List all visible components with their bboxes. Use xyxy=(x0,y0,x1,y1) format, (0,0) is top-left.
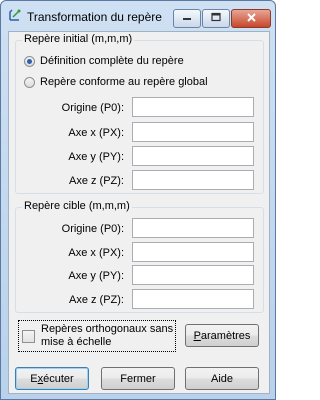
full-definition-radio[interactable]: Définition complète du repère xyxy=(24,54,184,68)
source-frame-group: Repère initial (m,m,m) Définition complè… xyxy=(15,33,264,194)
maximize-icon xyxy=(211,12,221,25)
source-y-axis-input[interactable] xyxy=(132,146,254,166)
source-origin-label: Origine (P0): xyxy=(61,102,124,114)
parameters-label-post: aramètres xyxy=(200,329,251,342)
target-z-axis-input[interactable] xyxy=(132,289,254,309)
maximize-button[interactable] xyxy=(202,9,230,28)
target-x-axis-input[interactable] xyxy=(132,242,254,262)
help-button-label: Aide xyxy=(210,372,234,385)
window-title: Transformation du repère xyxy=(27,10,162,24)
target-x-axis-label: Axe x (PX): xyxy=(68,247,124,259)
orthonormal-label: Repères orthogonaux sans mise à échelle xyxy=(41,323,174,348)
close-window-button[interactable] xyxy=(231,9,271,28)
dialog-window: Transformation du repère Repère initial … xyxy=(0,0,276,400)
source-x-axis-input[interactable] xyxy=(132,122,254,142)
radio-selected-icon xyxy=(24,55,35,67)
global-frame-radio[interactable]: Repère conforme au repère global xyxy=(24,75,208,89)
target-origin-input[interactable] xyxy=(132,218,254,238)
parameters-button[interactable]: Paramètres xyxy=(185,324,259,347)
target-origin-label: Origine (P0): xyxy=(61,223,124,235)
global-frame-label: Repère conforme au repère global xyxy=(40,76,208,88)
source-y-axis-label: Axe y (PY): xyxy=(68,151,124,163)
title-bar[interactable]: Transformation du repère xyxy=(1,1,275,31)
dialog-body: Repère initial (m,m,m) Définition complè… xyxy=(8,31,270,394)
parameters-accel-key: P xyxy=(193,329,201,342)
transform-icon xyxy=(7,8,23,24)
close-button-label: Fermer xyxy=(120,372,156,385)
source-z-axis-input[interactable] xyxy=(132,170,254,190)
execute-button[interactable]: Ex écuter xyxy=(15,367,89,390)
radio-unselected-icon xyxy=(24,76,35,88)
target-frame-legend: Repère cible (m,m,m) xyxy=(22,200,132,212)
target-z-axis-label: Axe z (PZ): xyxy=(68,294,124,306)
close-button[interactable]: Fermer xyxy=(101,367,175,390)
execute-label-post: écuter xyxy=(43,372,74,385)
target-y-axis-label: Axe y (PY): xyxy=(68,270,124,282)
source-z-axis-label: Axe z (PZ): xyxy=(68,175,124,187)
target-frame-group: Repère cible (m,m,m) Origine (P0): Axe x… xyxy=(15,200,264,313)
execute-label-pre: E xyxy=(30,372,38,385)
orthonormal-checkbox[interactable]: Repères orthogonaux sans mise à échelle xyxy=(18,320,176,352)
full-definition-label: Définition complète du repère xyxy=(40,55,184,67)
close-icon xyxy=(246,12,257,26)
minimize-button[interactable] xyxy=(173,9,201,28)
source-frame-legend: Repère initial (m,m,m) xyxy=(22,33,135,45)
target-y-axis-input[interactable] xyxy=(132,265,254,285)
checkbox-unchecked-icon xyxy=(22,330,35,343)
help-button[interactable]: Aide xyxy=(185,367,259,390)
minimize-icon xyxy=(182,12,192,25)
source-origin-input[interactable] xyxy=(132,97,254,117)
source-x-axis-label: Axe x (PX): xyxy=(68,127,124,139)
